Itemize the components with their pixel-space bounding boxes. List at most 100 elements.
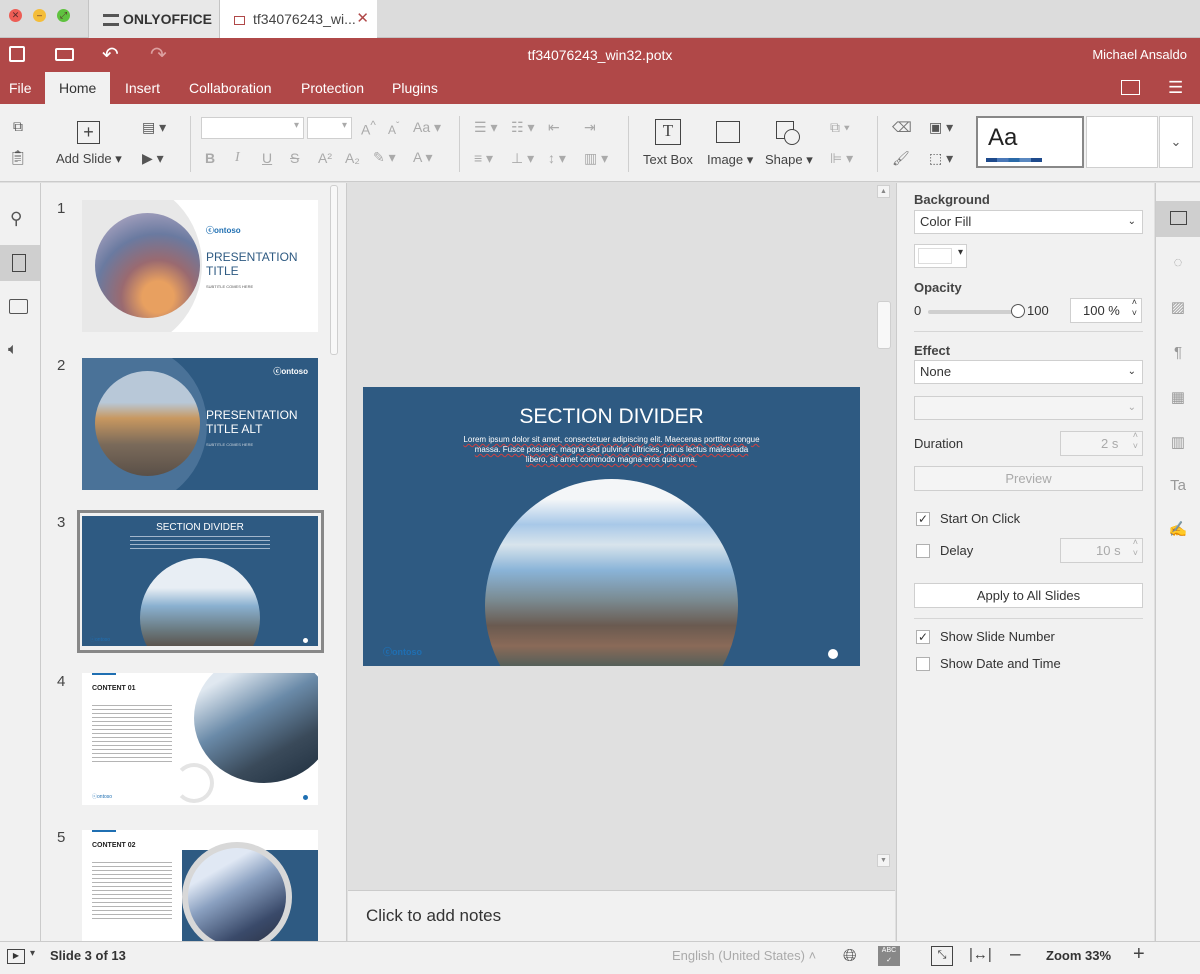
font-size-select[interactable]: ▾: [307, 117, 352, 139]
zoom-in-icon[interactable]: +: [1133, 943, 1145, 966]
bullets-icon[interactable]: ☰ ▾: [474, 119, 497, 136]
table-settings-icon[interactable]: ▦: [1168, 388, 1188, 408]
copy-icon[interactable]: ⧉: [8, 118, 28, 135]
strikethrough-button[interactable]: S: [290, 150, 299, 166]
shape-icon[interactable]: [776, 121, 800, 145]
slides-panel-button[interactable]: [0, 245, 40, 281]
fill-color-picker[interactable]: ▾: [914, 244, 967, 268]
copy-style-icon[interactable]: 🖌︎: [892, 150, 910, 167]
slide-thumb-1[interactable]: ⓒontoso PRESENTATION TITLE SUBTITLE COMES…: [82, 200, 318, 332]
user-name[interactable]: Michael Ansaldo: [1092, 47, 1187, 62]
notes-area[interactable]: Click to add notes: [348, 890, 895, 941]
shape-settings-icon[interactable]: ◌: [1168, 253, 1188, 273]
slide-thumb-5[interactable]: CONTENT 02: [82, 830, 318, 941]
font-grow-button[interactable]: A^: [361, 119, 376, 138]
slide-thumb-2[interactable]: ⓒontoso PRESENTATION TITLE ALT SUBTITLE C…: [82, 358, 318, 490]
menu-file[interactable]: File: [0, 72, 46, 104]
columns-icon[interactable]: ▥ ▾: [584, 150, 608, 167]
editor-scrollbar-thumb[interactable]: [877, 301, 891, 349]
close-window-button[interactable]: ✕: [9, 9, 22, 22]
themes-expand-icon[interactable]: ⌄: [1159, 116, 1193, 168]
search-icon[interactable]: ⚲: [10, 209, 22, 229]
font-shrink-button[interactable]: Aˇ: [388, 121, 399, 137]
fit-width-icon[interactable]: |↔|: [969, 946, 992, 963]
add-slide-button[interactable]: Add Slide ▾: [56, 151, 122, 167]
add-slide-icon[interactable]: +: [77, 121, 100, 144]
opacity-input[interactable]: 100 % ˄ ˅: [1070, 297, 1142, 323]
start-on-click-checkbox[interactable]: ✓: [916, 512, 930, 526]
bold-button[interactable]: B: [205, 150, 215, 166]
effect-type-select[interactable]: ⌄: [914, 396, 1143, 420]
change-case-button[interactable]: Aa ▾: [413, 119, 441, 136]
city-photo-circle[interactable]: [485, 479, 738, 666]
text-box-button[interactable]: Text Box: [643, 152, 693, 167]
arrange-icon[interactable]: ⧉ ▾: [830, 119, 850, 136]
show-date-time-checkbox[interactable]: [916, 657, 930, 671]
comments-icon[interactable]: [9, 299, 28, 314]
tab-onlyoffice[interactable]: ONLYOFFICE: [88, 0, 220, 38]
opacity-slider-thumb[interactable]: [1011, 304, 1025, 318]
slide-layout-icon[interactable]: ▤ ▾: [142, 119, 166, 136]
slide-body-text[interactable]: Lorem ipsum dolor sit amet, consectetuer…: [463, 435, 760, 465]
slideshow-dropdown-icon[interactable]: ▾: [30, 948, 35, 959]
close-tab-icon[interactable]: ✕: [356, 0, 369, 38]
paste-icon[interactable]: 📋︎: [8, 149, 28, 166]
clear-style-icon[interactable]: ⌫: [892, 119, 912, 136]
zoom-out-icon[interactable]: –: [1010, 944, 1021, 966]
delay-input[interactable]: 10 s ˄ ˅: [1060, 537, 1143, 563]
paragraph-settings-icon[interactable]: ¶: [1168, 343, 1188, 363]
menu-protection[interactable]: Protection: [287, 72, 378, 104]
menu-plugins[interactable]: Plugins: [378, 72, 452, 104]
language-select[interactable]: English (United States) ˄: [672, 948, 816, 963]
image-button[interactable]: Image ▾: [707, 152, 753, 168]
scroll-up-icon[interactable]: ▲: [877, 185, 890, 198]
increase-indent-icon[interactable]: ⇥: [584, 119, 596, 136]
notes-placeholder[interactable]: Click to add notes: [366, 906, 501, 926]
chart-settings-icon[interactable]: ▥: [1168, 433, 1188, 453]
font-name-select[interactable]: ▾: [201, 117, 304, 139]
delay-checkbox[interactable]: [916, 544, 930, 558]
numbering-icon[interactable]: ☷ ▾: [511, 119, 534, 136]
highlight-icon[interactable]: ✎ ▾: [373, 149, 396, 166]
text-art-settings-icon[interactable]: Ta: [1168, 476, 1188, 496]
minimize-window-button[interactable]: –: [33, 9, 46, 22]
effect-select[interactable]: None ⌄: [914, 360, 1143, 384]
speaker-icon[interactable]: 🔈︎: [8, 341, 18, 359]
image-settings-icon[interactable]: ▨: [1168, 298, 1188, 318]
background-fill-select[interactable]: Color Fill ⌄: [914, 210, 1143, 234]
tab-document[interactable]: tf34076243_wi... ✕: [220, 0, 377, 38]
color-scheme-icon[interactable]: ▣ ▾: [929, 119, 953, 136]
shape-button[interactable]: Shape ▾: [765, 152, 813, 168]
fit-slide-icon[interactable]: ⤡: [931, 946, 953, 966]
preview-button[interactable]: Preview: [914, 466, 1143, 491]
superscript-button[interactable]: A²: [318, 150, 332, 166]
show-slide-number-checkbox[interactable]: ✓: [916, 630, 930, 644]
theme-thumb-selected[interactable]: Aa: [976, 116, 1084, 168]
menu-collaboration[interactable]: Collaboration: [175, 72, 286, 104]
slide-thumb-3[interactable]: SECTION DIVIDER ⓒontoso: [82, 516, 318, 646]
play-slideshow-icon[interactable]: ▶: [7, 949, 25, 964]
open-location-icon[interactable]: [1121, 80, 1140, 95]
slide-size-icon[interactable]: ⬚ ▾: [929, 150, 953, 167]
menu-insert[interactable]: Insert: [111, 72, 174, 104]
align-left-icon[interactable]: ≡ ▾: [474, 150, 493, 167]
signature-settings-icon[interactable]: ✍: [1168, 520, 1188, 540]
menu-home[interactable]: Home: [45, 72, 111, 104]
subscript-button[interactable]: A₂: [345, 150, 360, 166]
slide-thumb-4[interactable]: CONTENT 01 ⓒontoso: [82, 673, 318, 805]
slideshow-icon[interactable]: ▶ ▾: [142, 150, 164, 167]
current-slide[interactable]: SECTION DIVIDER Lorem ipsum dolor sit am…: [363, 387, 860, 666]
decrease-indent-icon[interactable]: ⇤: [548, 119, 560, 136]
spellcheck-icon[interactable]: ABC ✓: [878, 946, 900, 966]
italic-button[interactable]: I: [235, 150, 240, 166]
opacity-slider-track[interactable]: [928, 310, 1018, 314]
underline-button[interactable]: U: [262, 150, 272, 166]
globe-icon[interactable]: 🌐︎: [843, 946, 857, 966]
align-shape-icon[interactable]: ⊫ ▾: [830, 150, 853, 167]
text-box-icon[interactable]: T: [655, 119, 681, 145]
hamburger-menu-icon[interactable]: ☰: [1168, 78, 1183, 98]
slide-title[interactable]: SECTION DIVIDER: [363, 405, 860, 429]
font-color-icon[interactable]: A ▾: [413, 149, 432, 166]
image-icon[interactable]: [716, 121, 740, 143]
zoom-window-button[interactable]: ⤢: [57, 9, 70, 22]
